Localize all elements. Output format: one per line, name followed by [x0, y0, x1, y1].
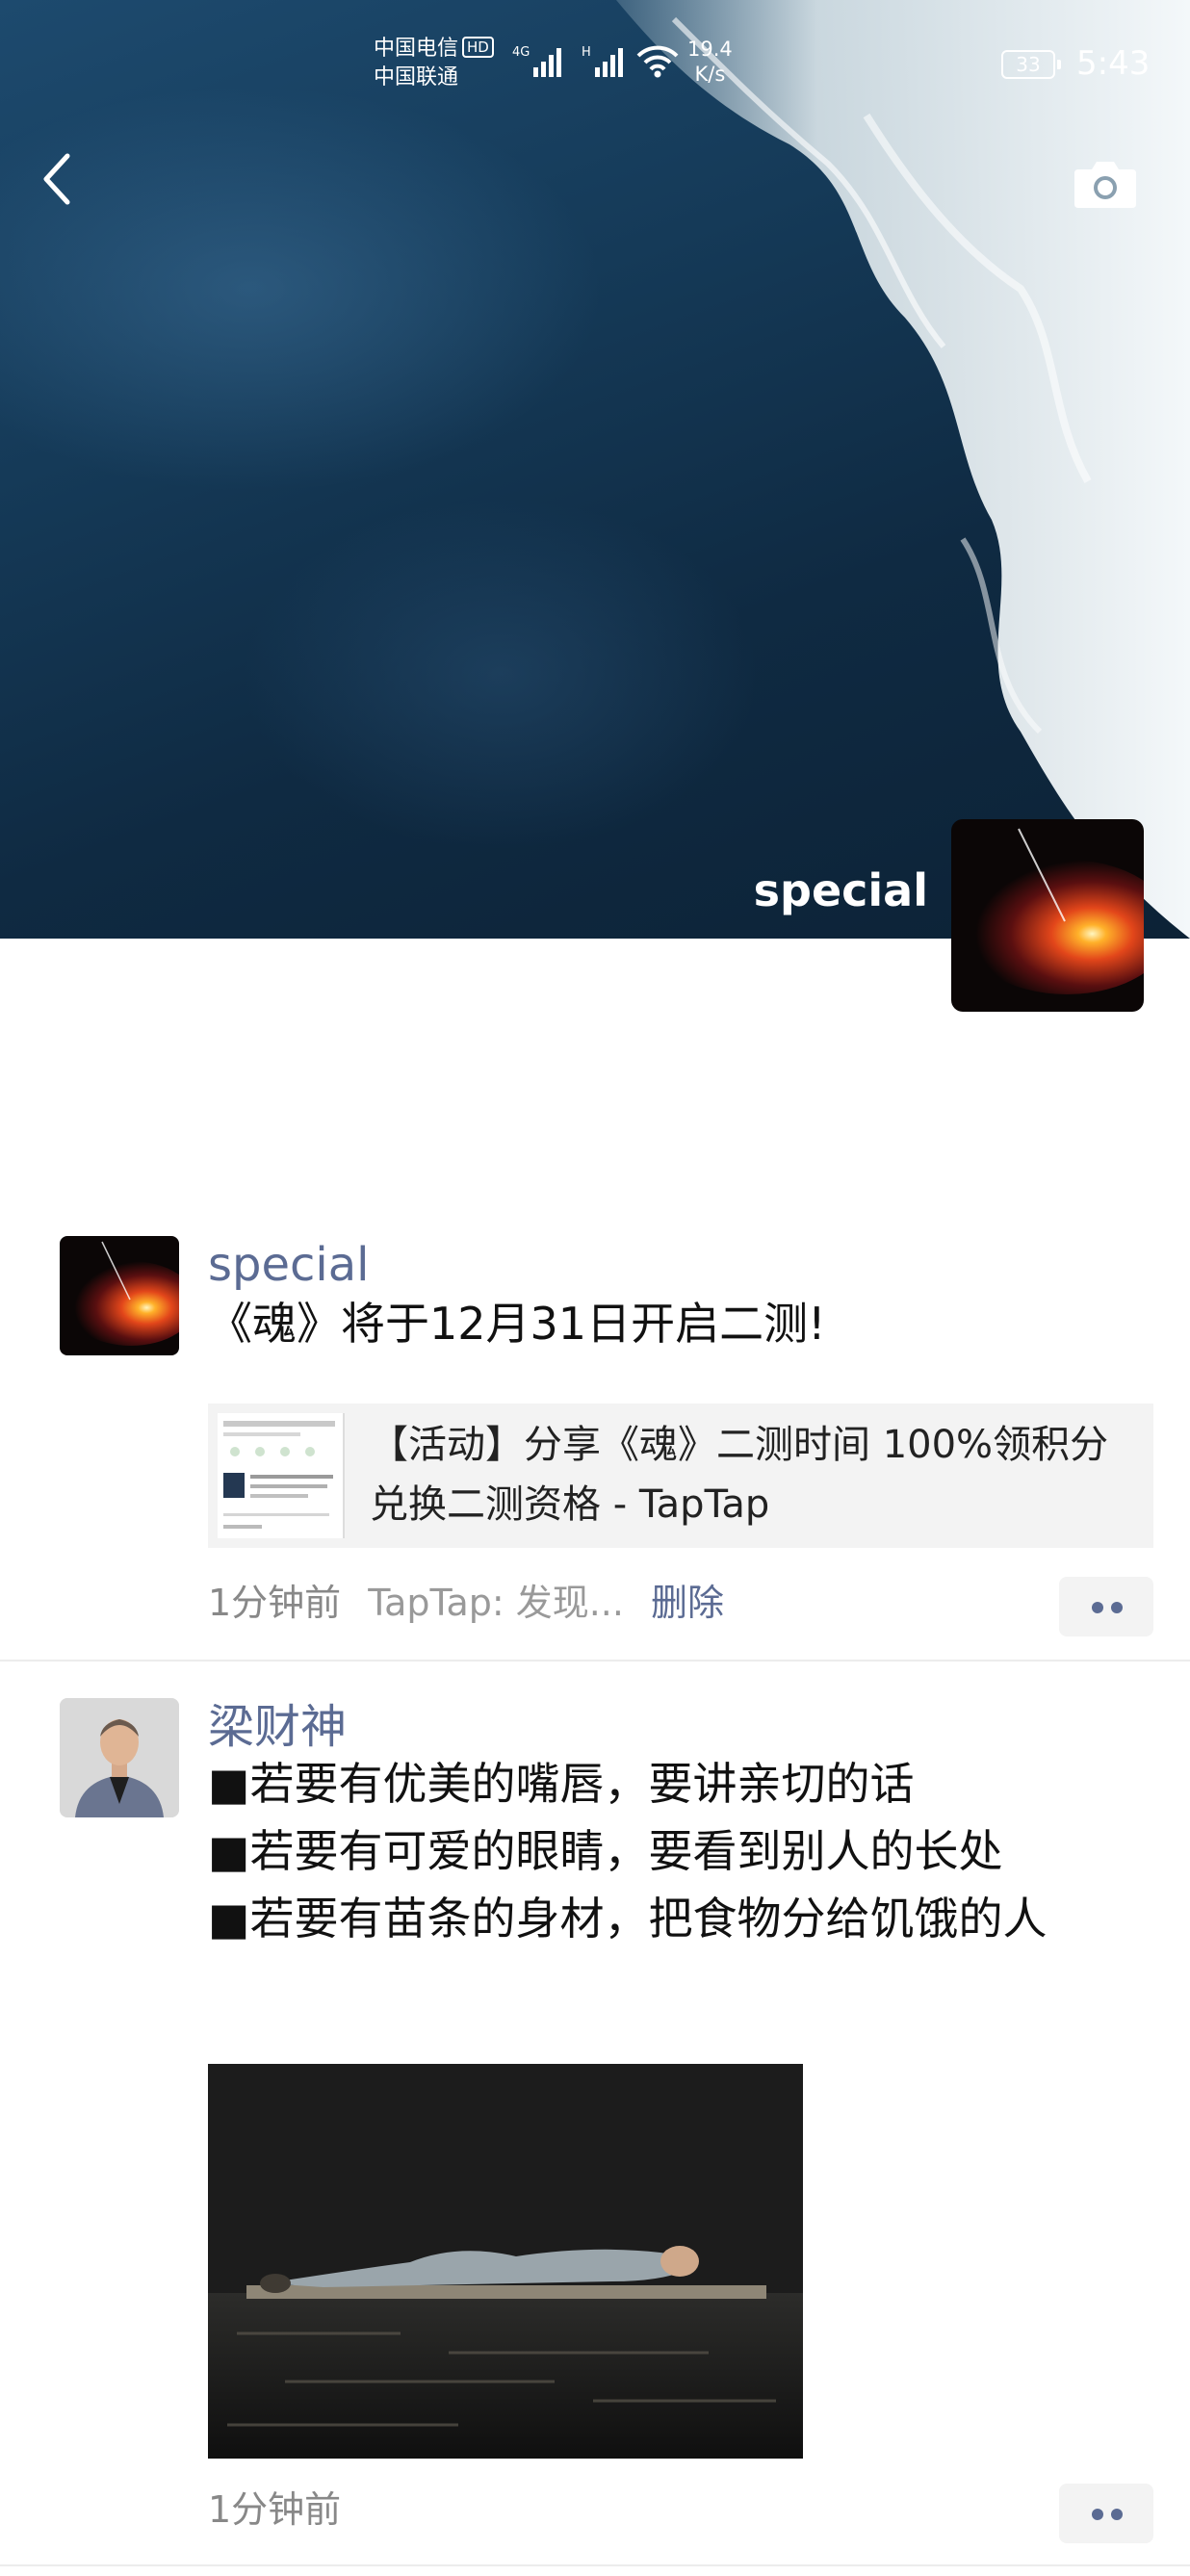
post-meta: 1分钟前 TapTap: 发现... 删除: [208, 1579, 724, 1627]
delete-link[interactable]: 删除: [651, 1582, 724, 1624]
post-time: 1分钟前: [208, 2488, 342, 2531]
speed-value: 19.4: [687, 38, 733, 61]
network-speed: 19.4 K/s: [687, 37, 733, 87]
battery-icon: 33: [1001, 50, 1061, 79]
carrier2-label: 中国联通: [374, 65, 459, 90]
wave-foam: [616, 0, 1190, 939]
post-author[interactable]: 梁财神: [208, 1698, 347, 1756]
post-divider: [0, 1660, 1190, 1662]
post-divider: [0, 2564, 1190, 2566]
post-line: ■若要有可爱的眼睛，要看到别人的长处: [208, 1825, 1003, 1877]
link-title: 【活动】分享《魂》二测时间 100%领积分兑换二测资格 - TapTap: [370, 1423, 1109, 1527]
avatar-image: [60, 1698, 179, 1817]
carrier-info: 中国电信 HD 中国联通: [374, 35, 494, 92]
post-avatar[interactable]: [60, 1698, 179, 1817]
cover-image[interactable]: [0, 0, 1190, 939]
profile-avatar[interactable]: [951, 819, 1144, 1012]
post-time: 1分钟前: [208, 1582, 342, 1624]
more-dots-icon[interactable]: [1059, 1577, 1153, 1636]
post-author[interactable]: special: [208, 1236, 369, 1294]
post-photo[interactable]: [208, 2064, 803, 2459]
avatar-image: [60, 1236, 179, 1355]
status-bar: 中国电信 HD 中国联通 4G H 19.4 K/s 33 5:43: [0, 0, 1190, 116]
speed-unit: K/s: [694, 63, 726, 86]
more-dots-icon[interactable]: [1059, 2484, 1153, 2543]
carrier1-label: 中国电信: [374, 37, 459, 61]
link-thumbnail: [218, 1413, 345, 1538]
moment-post: 梁财神 ■若要有优美的嘴唇，要讲亲切的话 ■若要有可爱的眼睛，要看到别人的长处 …: [0, 1698, 1190, 2545]
post-text: ■若要有优美的嘴唇，要讲亲切的话 ■若要有可爱的眼睛，要看到别人的长处 ■若要有…: [208, 1750, 1142, 1952]
thumbnail-image: [223, 1421, 335, 1529]
signal-icon: 4G: [512, 45, 561, 77]
post-line: ■若要有优美的嘴唇，要讲亲切的话: [208, 1758, 915, 1810]
post-line: ■若要有苗条的身材，把食物分给饥饿的人: [208, 1893, 1048, 1945]
wifi-icon: [636, 45, 679, 78]
post-source[interactable]: TapTap: 发现...: [368, 1582, 624, 1624]
cover-username: special: [753, 864, 928, 916]
moment-post: special 《魂》将于12月31日开启二测! 【活动】分享《魂》二测时间 1…: [0, 1236, 1190, 1660]
post-avatar[interactable]: [60, 1236, 179, 1355]
net2-label: H: [582, 45, 591, 60]
avatar-image: [951, 819, 1144, 1012]
clock: 5:43: [1076, 44, 1151, 83]
net1-label: 4G: [512, 45, 530, 60]
post-text: 《魂》将于12月31日开启二测!: [208, 1298, 826, 1350]
shared-link-card[interactable]: 【活动】分享《魂》二测时间 100%领积分兑换二测资格 - TapTap: [208, 1404, 1153, 1548]
hd-badge: HD: [462, 37, 494, 58]
post-meta: 1分钟前: [208, 2486, 341, 2534]
back-chevron-icon[interactable]: [35, 144, 81, 214]
camera-icon[interactable]: [1071, 154, 1140, 212]
signal2-icon: H: [582, 45, 623, 77]
photo-image: [208, 2064, 803, 2459]
